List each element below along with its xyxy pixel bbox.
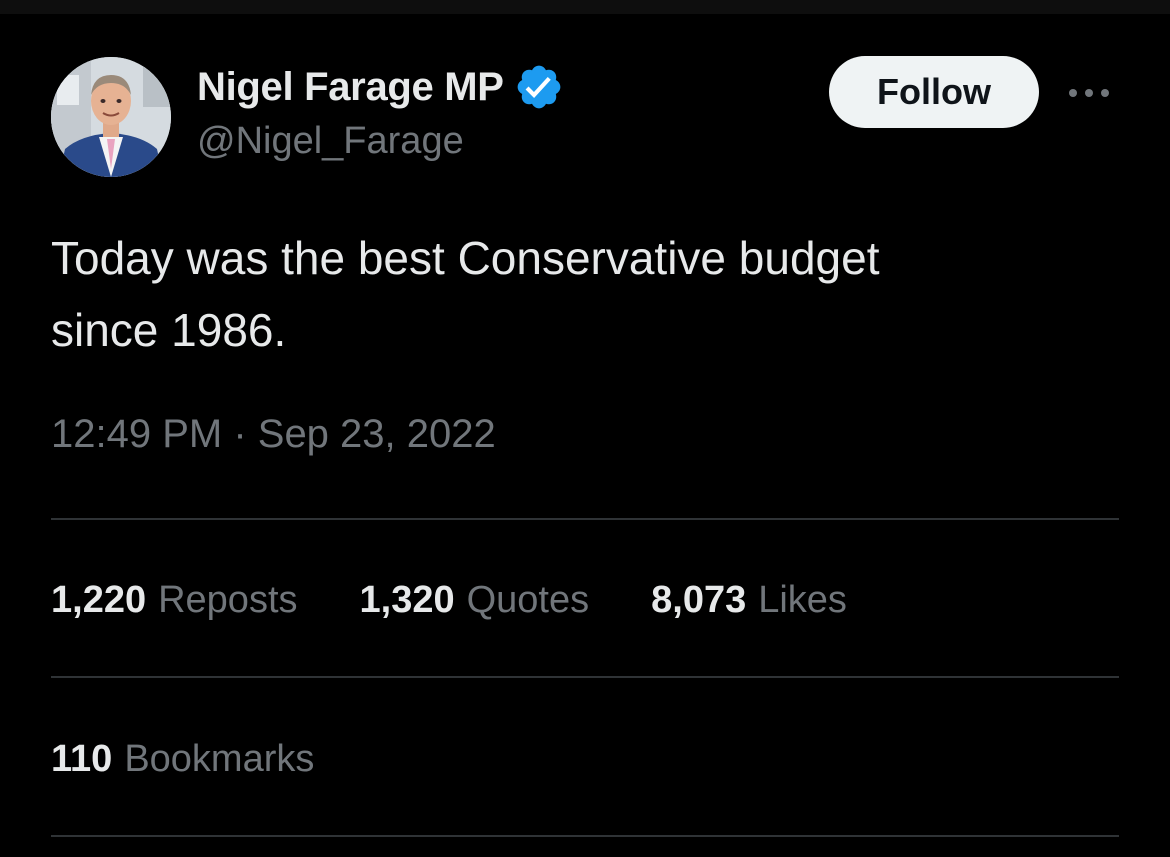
quotes-label: Quotes — [466, 578, 590, 621]
reposts-count: 1,220 — [51, 578, 147, 621]
tweet-detail: Nigel Farage MP @Nigel_Farage Follow Tod… — [0, 0, 1170, 857]
bookmarks-stat[interactable]: 110 Bookmarks — [51, 731, 314, 787]
tweet-text: Today was the best Conservative budget s… — [51, 232, 880, 356]
divider-middle — [51, 676, 1119, 678]
likes-count: 8,073 — [651, 578, 747, 621]
avatar[interactable] — [51, 57, 171, 177]
divider-top — [51, 518, 1119, 520]
quotes-stat[interactable]: 1,320 Quotes — [360, 579, 590, 622]
bookmarks-label: Bookmarks — [124, 737, 315, 780]
likes-label: Likes — [758, 578, 847, 621]
more-horizontal-icon[interactable] — [1064, 78, 1114, 108]
author-display-name[interactable]: Nigel Farage MP — [197, 65, 504, 110]
author-name-row: Nigel Farage MP — [197, 62, 564, 112]
reposts-label: Reposts — [158, 578, 298, 621]
reposts-stat[interactable]: 1,220 Reposts — [51, 579, 298, 622]
avatar-photo — [51, 57, 171, 177]
bookmarks-count: 110 — [51, 737, 113, 780]
follow-button[interactable]: Follow — [829, 56, 1039, 128]
likes-stat[interactable]: 8,073 Likes — [651, 579, 847, 622]
divider-bottom — [51, 835, 1119, 837]
verified-badge-icon[interactable] — [514, 62, 564, 112]
tweet-timestamp[interactable]: 12:49 PM · Sep 23, 2022 — [51, 412, 496, 457]
quotes-count: 1,320 — [359, 578, 455, 621]
author-handle[interactable]: @Nigel_Farage — [197, 120, 464, 163]
engagement-stats: 1,220 Reposts 1,320 Quotes 8,073 Likes — [51, 572, 847, 628]
